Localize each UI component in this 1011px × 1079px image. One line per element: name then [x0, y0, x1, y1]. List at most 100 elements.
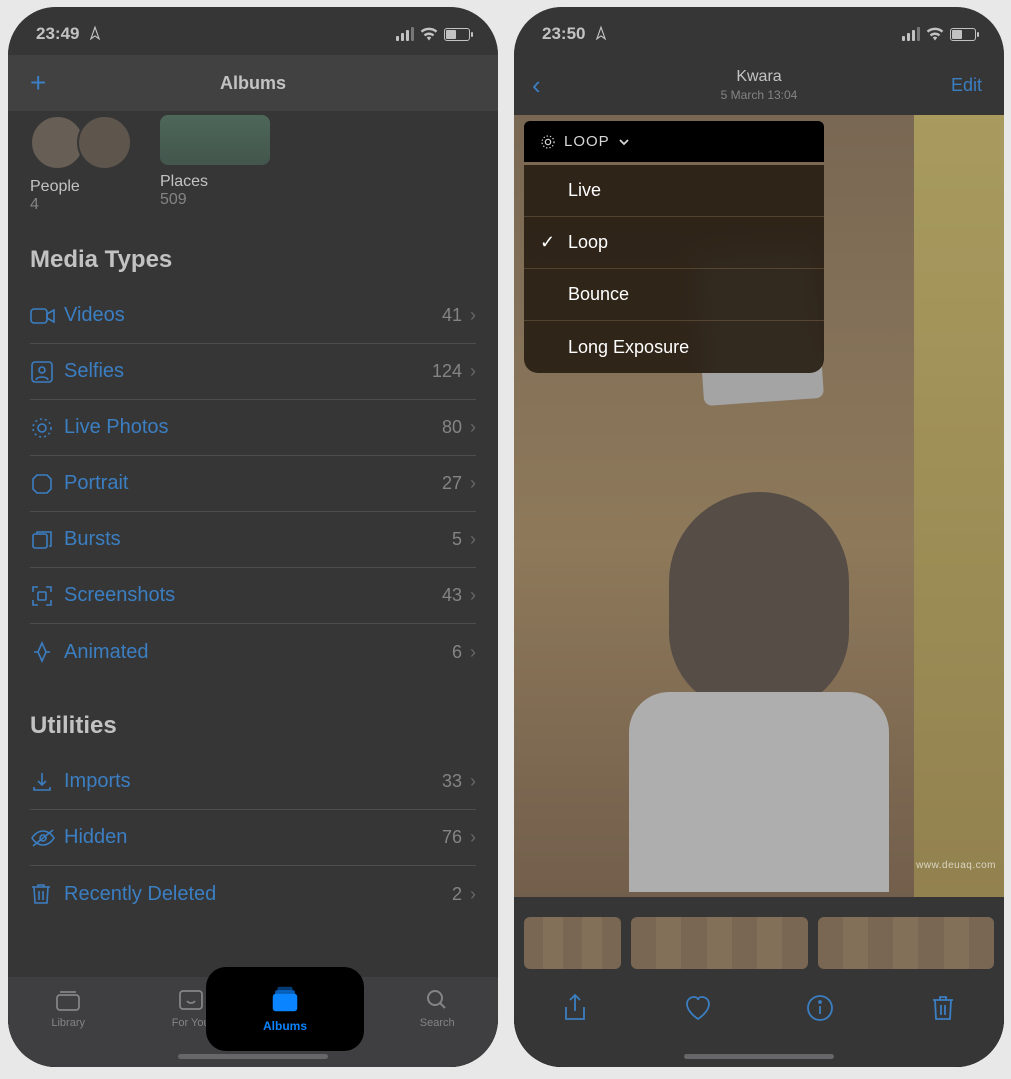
- effect-chip[interactable]: LOOP: [524, 121, 824, 162]
- wifi-icon: [420, 27, 438, 41]
- wifi-icon: [926, 27, 944, 41]
- tab-label: Search: [420, 1017, 455, 1029]
- album-people[interactable]: People 4: [30, 115, 140, 214]
- row-count: 76: [442, 827, 462, 848]
- photo-toolbar: [514, 977, 1004, 1067]
- effect-live[interactable]: Live: [524, 165, 824, 217]
- row-recently-deleted[interactable]: Recently Deleted 2 ›: [30, 866, 476, 922]
- checkmark-icon: ✓: [540, 232, 555, 253]
- filmstrip-clip[interactable]: [631, 917, 808, 969]
- photo-detail-screen: 23:50 ‹ Kwara 5 March 13:04 Edit: [514, 7, 1004, 1067]
- albums-tab-highlight[interactable]: Albums: [208, 969, 362, 1049]
- tab-label: Albums: [263, 1019, 307, 1033]
- row-label: Live Photos: [64, 416, 442, 439]
- selfie-icon: [30, 360, 64, 384]
- photo-datetime: 5 March 13:04: [514, 88, 1004, 102]
- albums-icon: [269, 985, 301, 1013]
- animated-icon: [30, 640, 64, 664]
- row-animated[interactable]: Animated 6 ›: [30, 624, 476, 680]
- hidden-icon: [30, 828, 64, 848]
- library-icon: [53, 987, 83, 1013]
- row-label: Hidden: [64, 826, 442, 849]
- effect-bounce[interactable]: Bounce: [524, 269, 824, 321]
- portrait-icon: [30, 472, 64, 496]
- menu-label: Live: [568, 180, 601, 201]
- album-places[interactable]: Places 509: [160, 115, 370, 214]
- album-count: 509: [160, 191, 370, 209]
- filmstrip[interactable]: [514, 915, 1004, 971]
- trash-icon: [30, 882, 64, 906]
- photo-location: Kwara: [514, 68, 1004, 86]
- delete-button[interactable]: [926, 991, 960, 1025]
- row-label: Videos: [64, 304, 442, 327]
- chevron-right-icon: ›: [470, 884, 476, 905]
- row-screenshots[interactable]: Screenshots 43 ›: [30, 568, 476, 624]
- effect-loop[interactable]: ✓ Loop: [524, 217, 824, 269]
- battery-icon: [950, 28, 976, 41]
- home-indicator[interactable]: [684, 1054, 834, 1059]
- row-count: 124: [432, 361, 462, 382]
- effect-long-exposure[interactable]: Long Exposure: [524, 321, 824, 373]
- menu-label: Bounce: [568, 284, 629, 305]
- row-count: 80: [442, 417, 462, 438]
- status-bar: 23:50: [514, 7, 1004, 55]
- tab-for-you[interactable]: For You: [172, 987, 210, 1029]
- favorite-button[interactable]: [681, 991, 715, 1025]
- watermark: www.deuaq.com: [916, 860, 996, 871]
- nav-title: Albums: [220, 73, 286, 94]
- burst-icon: [30, 528, 64, 552]
- section-utilities: Utilities: [30, 712, 476, 740]
- row-live-photos[interactable]: Live Photos 80 ›: [30, 400, 476, 456]
- status-time: 23:50: [542, 24, 608, 44]
- section-media-types: Media Types: [30, 246, 476, 274]
- albums-screen: 23:49 + Albums People 4 Places 509 Media…: [8, 7, 498, 1067]
- row-count: 5: [452, 529, 462, 550]
- row-bursts[interactable]: Bursts 5 ›: [30, 512, 476, 568]
- filmstrip-clip[interactable]: [818, 917, 995, 969]
- home-indicator[interactable]: [178, 1054, 328, 1059]
- row-count: 6: [452, 642, 462, 663]
- albums-scroll[interactable]: People 4 Places 509 Media Types Videos 4…: [8, 115, 498, 922]
- tab-library[interactable]: Library: [51, 987, 85, 1029]
- chevron-right-icon: ›: [470, 827, 476, 848]
- tab-label: Library: [51, 1017, 85, 1029]
- edit-button[interactable]: Edit: [951, 75, 982, 96]
- share-button[interactable]: [558, 991, 592, 1025]
- row-count: 33: [442, 771, 462, 792]
- filmstrip-clip[interactable]: [524, 917, 621, 969]
- chevron-right-icon: ›: [470, 585, 476, 606]
- row-videos[interactable]: Videos 41 ›: [30, 288, 476, 344]
- info-button[interactable]: [803, 991, 837, 1025]
- chevron-right-icon: ›: [470, 417, 476, 438]
- album-label: Places: [160, 173, 370, 191]
- screenshot-icon: [30, 584, 64, 608]
- menu-label: Loop: [568, 232, 608, 253]
- row-count: 27: [442, 473, 462, 494]
- row-count: 43: [442, 585, 462, 606]
- row-label: Bursts: [64, 528, 452, 551]
- effect-chip-label: LOOP: [564, 133, 610, 150]
- add-button[interactable]: +: [30, 67, 46, 99]
- tab-search[interactable]: Search: [420, 987, 455, 1029]
- menu-label: Long Exposure: [568, 337, 689, 358]
- row-selfies[interactable]: Selfies 124 ›: [30, 344, 476, 400]
- row-label: Screenshots: [64, 584, 442, 607]
- status-bar: 23:49: [8, 7, 498, 55]
- chevron-right-icon: ›: [470, 642, 476, 663]
- row-portrait[interactable]: Portrait 27 ›: [30, 456, 476, 512]
- row-count: 2: [452, 884, 462, 905]
- row-label: Selfies: [64, 360, 432, 383]
- row-label: Recently Deleted: [64, 883, 452, 906]
- row-hidden[interactable]: Hidden 76 ›: [30, 810, 476, 866]
- chevron-right-icon: ›: [470, 771, 476, 792]
- row-imports[interactable]: Imports 33 ›: [30, 754, 476, 810]
- row-label: Animated: [64, 641, 452, 664]
- album-label: People: [30, 178, 140, 196]
- row-label: Portrait: [64, 472, 442, 495]
- status-time: 23:49: [36, 24, 102, 44]
- nav-bar: + Albums: [8, 55, 498, 111]
- battery-icon: [444, 28, 470, 41]
- back-button[interactable]: ‹: [532, 70, 541, 101]
- cellular-icon: [902, 27, 920, 41]
- album-count: 4: [30, 196, 140, 214]
